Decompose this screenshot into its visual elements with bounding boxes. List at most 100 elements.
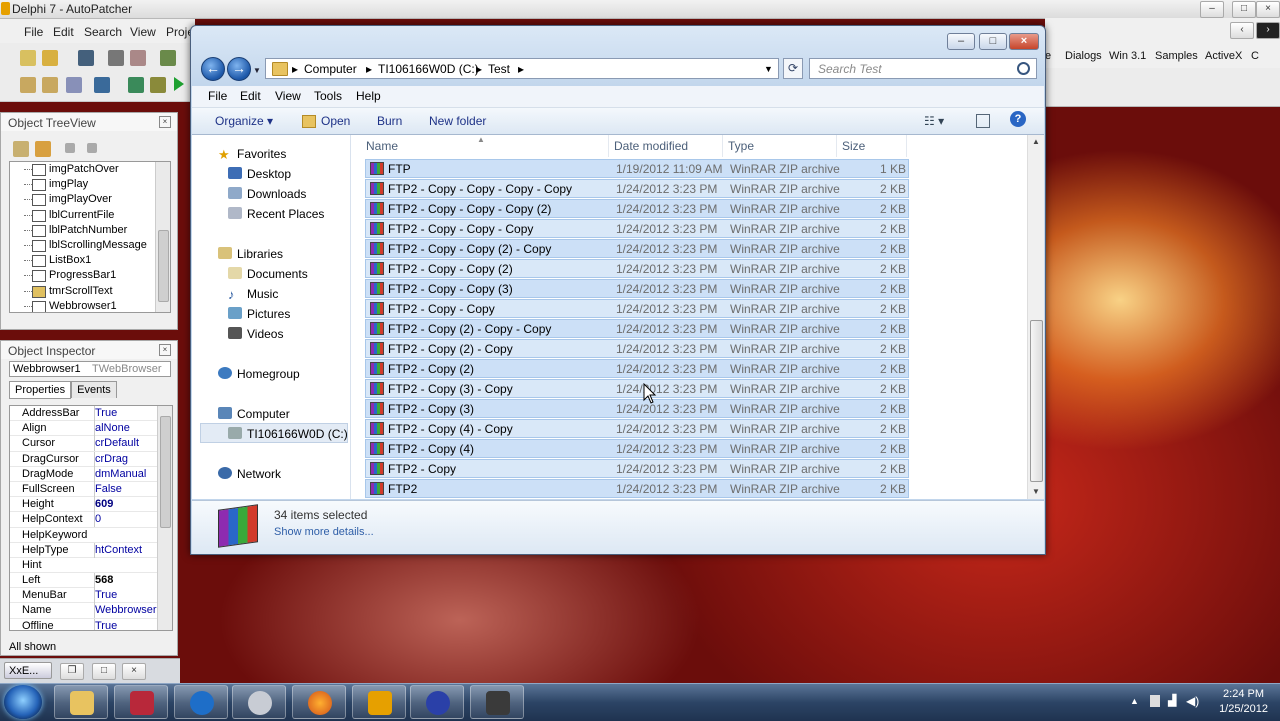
menu-view[interactable]: View [275,89,301,103]
scroll-thumb[interactable] [1030,320,1043,482]
maximize-icon[interactable]: □ [92,663,116,680]
property-row[interactable]: Align alNone [10,421,172,437]
file-row[interactable]: FTP2 - Copy - Copy - Copy 1/24/2012 3:23 … [365,219,909,238]
tree-item[interactable]: ProgressBar1 [10,268,170,283]
ide-minimize-button[interactable]: – [1200,1,1224,18]
file-list-scrollbar[interactable]: ▲ ▼ [1027,135,1044,499]
breadcrumb-drive[interactable]: TI106166W0D (C:) [378,62,479,76]
view-unit-icon[interactable] [20,77,36,93]
tab-properties[interactable]: Properties [9,381,72,399]
nav-network[interactable]: Network [237,467,281,481]
nav-libraries[interactable]: Libraries [237,247,283,261]
power-icon[interactable] [1150,695,1160,707]
file-row[interactable]: FTP2 - Copy (2) - Copy - Copy 1/24/2012 3… [365,319,909,338]
minimize-button[interactable]: – [947,33,975,50]
save-all-icon[interactable] [108,50,124,66]
delete-item-icon[interactable] [35,141,51,157]
tree-item[interactable]: lblCurrentFile [10,208,170,223]
run-icon[interactable] [174,77,184,91]
volume-icon[interactable]: ◀) [1186,694,1199,708]
address-dropdown-icon[interactable]: ▼ [764,64,773,74]
taskbar-sound-app-button[interactable] [232,685,286,719]
taskbar-app-button[interactable] [410,685,464,719]
tree-item[interactable]: lblScrollingMessage [10,238,170,253]
file-row[interactable]: FTP2 - Copy (2) 1/24/2012 3:23 PM WinRAR Z… [365,359,909,378]
minimized-window-button[interactable]: XxE... [4,662,52,679]
tree-item[interactable]: lblPatchNumber [10,223,170,238]
palette-scroll-left-icon[interactable]: ‹ [1230,22,1254,39]
file-row[interactable]: FTP2 - Copy - Copy - Copy - Copy 1/24/201… [365,179,909,198]
ide-menu-file[interactable]: File [24,25,43,39]
property-row[interactable]: HelpKeyword [10,528,172,543]
taskbar-recorder-button[interactable] [470,685,524,719]
file-row[interactable]: FTP2 - Copy - Copy (2) 1/24/2012 3:23 PM W… [365,259,909,278]
property-row[interactable]: HelpType htContext [10,542,172,558]
menu-edit[interactable]: Edit [240,89,261,103]
palette-tab-dialogs[interactable]: Dialogs [1065,50,1102,62]
property-row[interactable]: DragMode dmManual [10,466,172,482]
property-row[interactable]: Offline True [10,618,172,630]
nav-drive[interactable]: TI106166W0D (C:) [247,427,348,441]
ide-menu-edit[interactable]: Edit [53,25,74,39]
restore-icon[interactable]: ❐ [60,663,84,680]
address-bar[interactable]: ▸ Computer ▸ TI106166W0D (C:) ▸ Test ▸ ▼ [265,58,779,79]
file-row[interactable]: FTP2 1/24/2012 3:23 PM WinRAR ZIP archive 2… [365,479,909,498]
property-row[interactable]: Cursor crDefault [10,436,172,452]
refresh-button[interactable]: ⟳ [783,58,803,79]
save-icon[interactable] [78,50,94,66]
property-row[interactable]: Hint [10,558,172,574]
close-icon[interactable]: × [159,344,171,356]
file-row[interactable]: FTP2 - Copy (2) - Copy 1/24/2012 3:23 PM W… [365,339,909,358]
nav-recent-places[interactable]: Recent Places [247,207,324,221]
palette-tab-win31[interactable]: Win 3.1 [1109,50,1146,62]
arrow-up-icon[interactable] [65,143,75,153]
property-row-selected[interactable]: Left 568 [10,573,172,589]
nav-music[interactable]: Music [247,287,278,301]
menu-tools[interactable]: Tools [314,89,342,103]
build-icon[interactable] [150,77,166,93]
palette-tab-c[interactable]: C [1251,50,1259,62]
nav-downloads[interactable]: Downloads [247,187,306,201]
property-row[interactable]: HelpContext 0 [10,512,172,528]
ide-maximize-button[interactable]: □ [1232,1,1256,18]
taskbar-firefox-button[interactable] [292,685,346,719]
nav-documents[interactable]: Documents [247,267,308,281]
tab-events[interactable]: Events [71,381,117,398]
property-row[interactable]: AddressBar True [10,406,172,422]
clock[interactable]: 2:24 PM 1/25/2012 [1219,687,1268,717]
palette-tab-activex[interactable]: ActiveX [1205,50,1242,62]
property-row[interactable]: Height 609 [10,497,172,513]
search-icon[interactable] [1017,62,1030,75]
view-form-icon[interactable] [42,77,58,93]
network-tray-icon[interactable]: ▟ [1168,694,1176,707]
taskbar-delphi-button[interactable] [352,685,406,719]
nav-desktop[interactable]: Desktop [247,167,291,181]
taskbar-teamviewer-button[interactable] [174,685,228,719]
forward-button[interactable]: → [227,57,251,81]
inspector-scrollbar[interactable] [157,406,172,630]
column-name[interactable]: Name [361,135,609,157]
view-options-icon[interactable]: ☷ ▾ [924,114,944,128]
nav-pictures[interactable]: Pictures [247,307,290,321]
preview-pane-icon[interactable] [976,114,990,128]
file-row[interactable]: FTP 1/19/2012 11:09 AM WinRAR ZIP archive 1… [365,159,909,178]
palette-tab-samples[interactable]: Samples [1155,50,1198,62]
file-row[interactable]: FTP2 - Copy (3) - Copy 1/24/2012 3:23 PM W… [365,379,909,398]
recent-pages-icon[interactable]: ▼ [253,66,261,75]
taskbar-access-button[interactable] [114,685,168,719]
new-icon[interactable] [20,50,36,66]
file-row[interactable]: FTP2 - Copy - Copy 1/24/2012 3:23 PM WinRA… [365,299,909,318]
start-button[interactable] [4,685,42,719]
add-file-icon[interactable] [160,50,176,66]
tree-item[interactable]: imgPatchOver [10,162,170,177]
new-form-icon[interactable] [94,77,110,93]
ide-close-button[interactable]: × [1256,1,1280,18]
show-hidden-icons-icon[interactable]: ▲ [1130,696,1139,706]
file-row[interactable]: FTP2 - Copy (4) - Copy 1/24/2012 3:23 PM W… [365,419,909,438]
file-row[interactable]: FTP2 - Copy 1/24/2012 3:23 PM WinRAR ZIP a… [365,459,909,478]
tree-item[interactable]: imgPlay [10,177,170,192]
toggle-icon[interactable] [66,77,82,93]
open-project-icon[interactable] [130,50,146,66]
nav-favorites[interactable]: Favorites [237,147,286,161]
treeview-scrollbar[interactable] [155,162,170,312]
